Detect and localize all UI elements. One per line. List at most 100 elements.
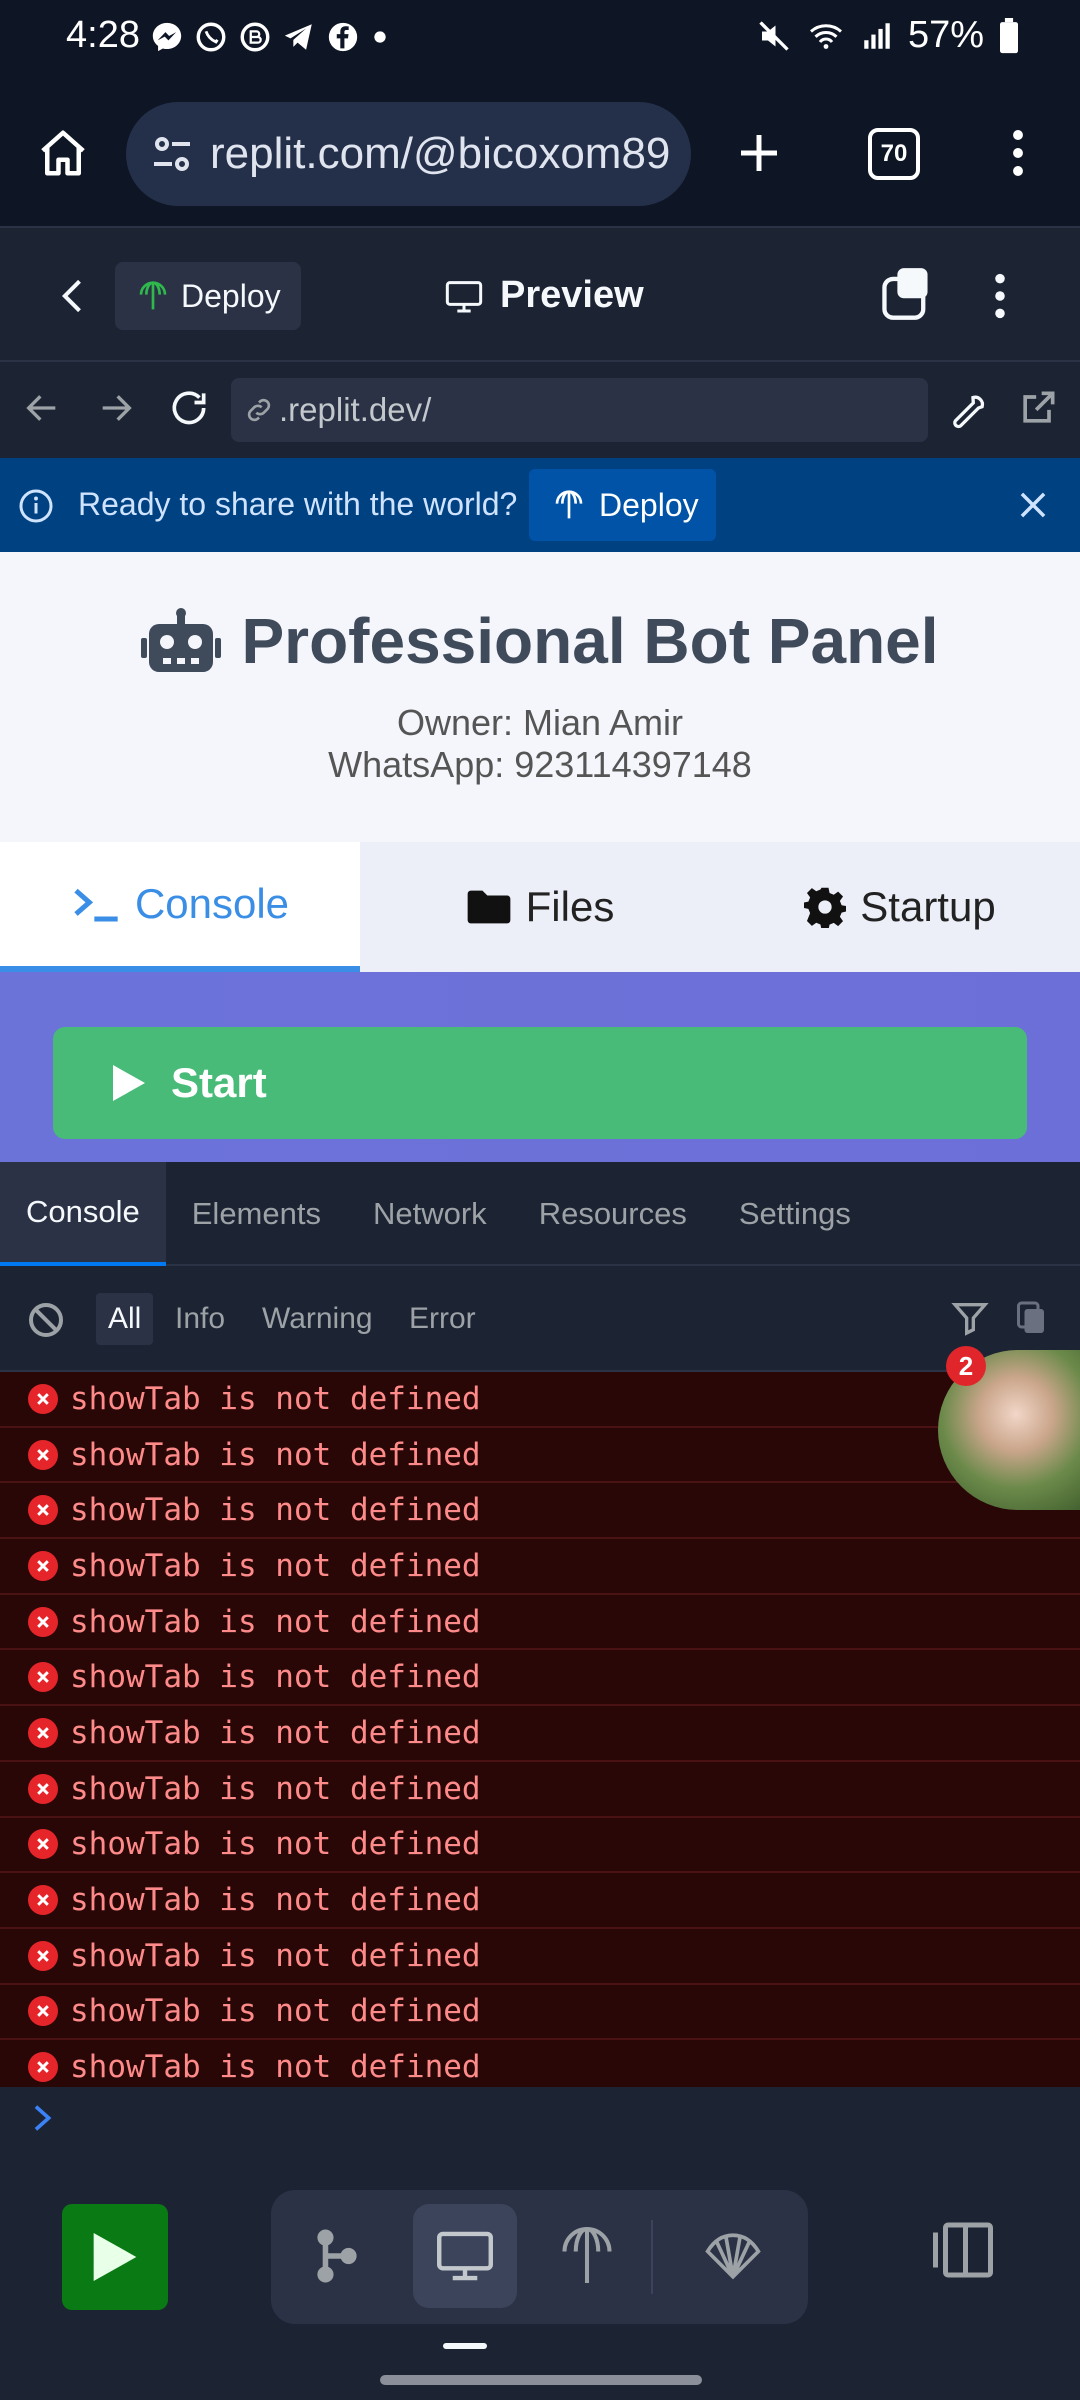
agent-icon[interactable]: [285, 2204, 389, 2308]
tab-console-label: Console: [134, 880, 290, 927]
notification-badge: 2: [946, 1346, 986, 1386]
filter-warning[interactable]: Warning: [250, 1293, 385, 1345]
tab-files-label: Files: [525, 883, 615, 930]
reload-icon[interactable]: [167, 386, 211, 430]
robot-icon: [141, 608, 222, 674]
new-tab-icon[interactable]: [732, 126, 786, 180]
whatsapp-business-icon: [238, 20, 272, 54]
site-settings-icon[interactable]: [148, 130, 196, 178]
devtools-tab-resources[interactable]: Resources: [513, 1162, 713, 1266]
log-message: showTab is not defined: [70, 1603, 481, 1640]
status-right: 57%: [756, 14, 1020, 57]
log-row: showTab is not defined: [0, 1706, 1080, 1762]
open-external-icon[interactable]: [1016, 386, 1060, 430]
copy-icon[interactable]: [1014, 1298, 1050, 1338]
play-icon: [111, 1063, 147, 1103]
preview-url: .replit.dev/: [279, 391, 432, 428]
log-row: showTab is not defined: [0, 1372, 1080, 1428]
filter-all[interactable]: All: [96, 1293, 154, 1345]
nav-back-icon[interactable]: [22, 388, 62, 428]
log-row: showTab is not defined: [0, 1539, 1080, 1595]
preview-title: Preview: [500, 274, 644, 316]
error-icon: [28, 1996, 58, 2027]
error-icon: [28, 1606, 58, 1637]
log-message: showTab is not defined: [70, 1882, 481, 1919]
back-chevron-icon[interactable]: [52, 270, 96, 322]
error-icon: [28, 1773, 58, 1804]
whatsapp-text: WhatsApp: 923114397148: [328, 744, 752, 785]
bottom-toolbar: [0, 2150, 1080, 2400]
devtools-tab-network[interactable]: Network: [347, 1162, 513, 1266]
devtools-wrench-icon[interactable]: [946, 386, 990, 430]
filter-info[interactable]: Info: [163, 1293, 237, 1345]
log-row: showTab is not defined: [0, 1483, 1080, 1540]
console-input[interactable]: [0, 2087, 1080, 2149]
error-icon: [28, 1717, 58, 1748]
log-row: showTab is not defined: [0, 1873, 1080, 1929]
mute-icon: [756, 18, 792, 54]
home-icon[interactable]: [36, 126, 90, 180]
devtools-tab-console[interactable]: Console: [0, 1162, 166, 1266]
start-label: Start: [171, 1059, 267, 1106]
start-button[interactable]: Start: [53, 1027, 1027, 1139]
terminal-icon: [71, 884, 121, 924]
log-message: showTab is not defined: [70, 1770, 481, 1807]
error-icon: [28, 1829, 58, 1860]
side-panel-icon[interactable]: [930, 2220, 996, 2280]
log-row: showTab is not defined: [0, 2040, 1080, 2087]
filter-error[interactable]: Error: [397, 1293, 488, 1345]
banner-deploy-button[interactable]: Deploy: [529, 469, 716, 541]
devtools-tab-settings[interactable]: Settings: [713, 1162, 877, 1266]
tab-startup[interactable]: Startup: [720, 842, 1080, 972]
tab-files[interactable]: Files: [360, 842, 720, 972]
battery-percent: 57%: [907, 14, 984, 56]
deploy-banner: Ready to share with the world? Deploy: [0, 458, 1080, 552]
signal-icon: [860, 18, 894, 54]
address-bar[interactable]: replit.com/@bicoxom89: [126, 102, 691, 206]
facebook-icon: [326, 20, 360, 54]
pane-menu-icon[interactable]: [984, 270, 1016, 322]
console-filter-bar: All Info Warning Error: [0, 1266, 1080, 1372]
log-message: showTab is not defined: [70, 1380, 481, 1417]
error-icon: [28, 1550, 58, 1581]
banner-deploy-label: Deploy: [599, 486, 699, 523]
link-icon: [243, 394, 275, 426]
page-title: Professional Bot Panel: [0, 604, 1080, 678]
tab-startup-label: Startup: [860, 883, 996, 930]
tab-console[interactable]: Console: [0, 842, 360, 972]
log-message: showTab is not defined: [70, 1714, 481, 1751]
tab-switcher-button[interactable]: 70: [868, 128, 920, 180]
log-message: showTab is not defined: [70, 1993, 481, 2030]
filter-funnel-icon[interactable]: [950, 1298, 990, 1338]
run-play-icon: [91, 2230, 139, 2284]
tool-switcher: [271, 2190, 808, 2324]
panel-tabs: Console Files Startup: [0, 842, 1080, 972]
error-icon: [28, 1439, 58, 1470]
info-icon: [18, 488, 54, 524]
new-window-icon[interactable]: [880, 266, 932, 322]
log-row: showTab is not defined: [0, 1650, 1080, 1707]
log-row: showTab is not defined: [0, 1762, 1080, 1818]
deploy-tool-icon[interactable]: [535, 2204, 639, 2308]
error-icon: [28, 1885, 58, 1916]
log-row: showTab is not defined: [0, 1818, 1080, 1874]
nav-forward-icon[interactable]: [96, 388, 136, 428]
devtools-tab-elements[interactable]: Elements: [166, 1162, 347, 1266]
close-icon[interactable]: [1014, 486, 1052, 524]
gesture-bar[interactable]: [380, 2375, 702, 2385]
deploy-button[interactable]: Deploy: [115, 262, 301, 330]
banner-text: Ready to share with the world?: [78, 486, 518, 522]
run-button[interactable]: [62, 2204, 168, 2310]
messenger-icon: [150, 20, 184, 54]
battery-icon: [998, 17, 1020, 54]
nav-indicator: [443, 2343, 487, 2349]
preview-navbar: .replit.dev/: [0, 362, 1080, 458]
tool-divider: [651, 2220, 653, 2294]
preview-url-field[interactable]: .replit.dev/: [231, 378, 928, 442]
clear-console-icon[interactable]: [26, 1300, 66, 1340]
monitor-icon: [444, 276, 484, 316]
owner-text: Owner: Mian Amir: [396, 702, 684, 743]
browser-menu-icon[interactable]: [1000, 126, 1036, 180]
preview-tool-icon[interactable]: [413, 2204, 517, 2308]
extensions-shell-icon[interactable]: [681, 2204, 785, 2308]
